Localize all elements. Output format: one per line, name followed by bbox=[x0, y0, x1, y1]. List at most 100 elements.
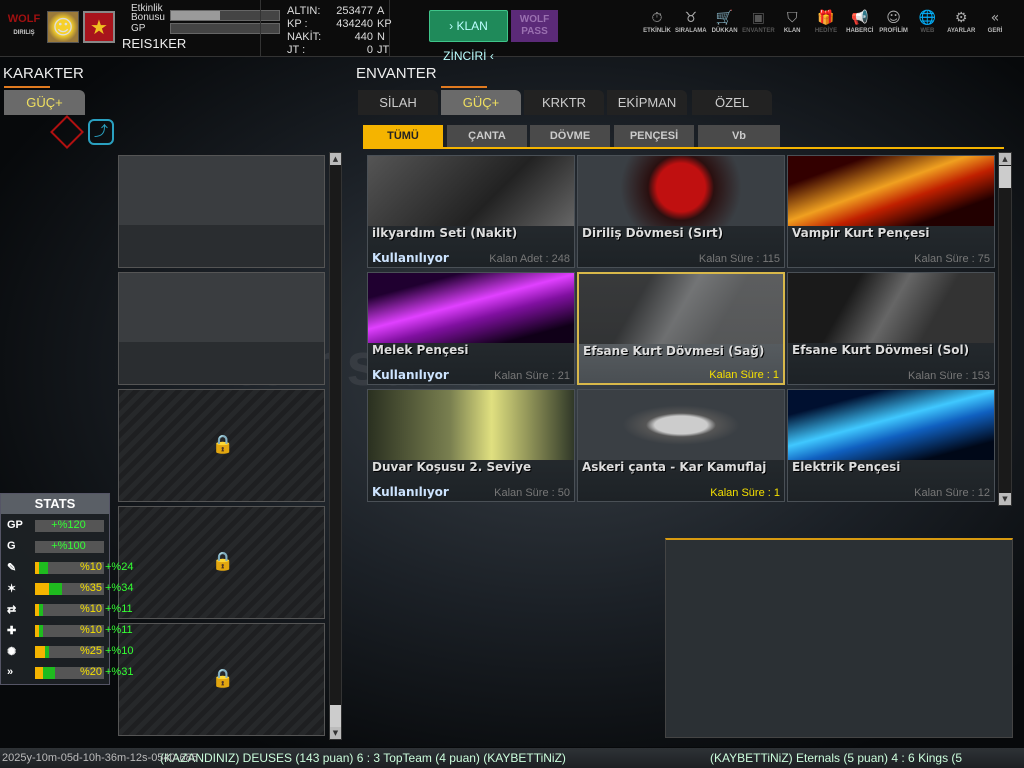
item-name: Efsane Kurt Dövmesi (Sağ) bbox=[583, 344, 765, 358]
inventory-item[interactable]: Diriliş Dövmesi (Sırt) Kalan Süre : 115 bbox=[577, 155, 785, 268]
scroll-up-icon[interactable]: ▲ bbox=[330, 153, 341, 165]
stat-icon: ✶ bbox=[7, 583, 17, 595]
scroll-up-icon[interactable]: ▲ bbox=[999, 153, 1011, 165]
inventory-item[interactable]: Vampir Kurt Pençesi Kalan Süre : 75 bbox=[787, 155, 995, 268]
nav-etki̇nli̇k[interactable]: ⏱ ETKİNLİK bbox=[640, 10, 674, 34]
item-image bbox=[368, 156, 574, 226]
item-image bbox=[788, 273, 994, 343]
tab-4[interactable]: ÖZEL bbox=[692, 90, 772, 115]
subtab-0[interactable]: TÜMÜ bbox=[363, 125, 443, 148]
timestamp: 2025y-10m-05d-10h-36m-12s-0540-685 bbox=[2, 752, 198, 764]
nav-dükkan[interactable]: 🛒 DÜKKAN bbox=[708, 10, 742, 34]
dükkan-icon: 🛒 bbox=[715, 10, 734, 26]
nav-label: HEDİYE bbox=[814, 28, 838, 34]
lock-icon: 🔒 bbox=[211, 551, 235, 572]
inventory-item[interactable]: Efsane Kurt Dövmesi (Sol) Kalan Süre : 15… bbox=[787, 272, 995, 385]
inventory-item[interactable]: ilkyardım Seti (Nakit) Kullanılıyor Kalan … bbox=[367, 155, 575, 268]
tab-3[interactable]: EKİPMAN bbox=[607, 90, 687, 115]
item-name: Melek Pençesi bbox=[372, 343, 469, 357]
stat-value: %10 bbox=[79, 603, 102, 615]
nav-haberci̇[interactable]: 📢 HABERCİ bbox=[843, 10, 877, 34]
stat-icon: G bbox=[7, 540, 16, 552]
stat-icon: » bbox=[7, 666, 14, 678]
item-remaining: Kalan Süre : 12 bbox=[914, 487, 990, 499]
inventory-scrollbar[interactable]: ▲ ▼ bbox=[998, 152, 1012, 506]
item-image bbox=[578, 390, 784, 460]
stat-value: %10 bbox=[79, 561, 102, 573]
subtab-2[interactable]: DÖVME bbox=[530, 125, 610, 148]
wallrun-emblem-icon[interactable]: ⤴ bbox=[88, 119, 114, 145]
tab-1[interactable]: GÜÇ+ bbox=[441, 90, 521, 115]
karakter-title: KARAKTER bbox=[3, 65, 84, 82]
nav-label: WEB bbox=[920, 28, 935, 34]
subtab-1[interactable]: ÇANTA bbox=[447, 125, 527, 148]
stat-value: %20 bbox=[79, 666, 102, 678]
stat-bonus: +%11 bbox=[105, 603, 133, 615]
nav-klan[interactable]: ⛉ KLAN bbox=[775, 10, 809, 34]
stat-row: ✎ %10 +%24 bbox=[7, 561, 137, 575]
nav-label: KLAN bbox=[783, 28, 801, 34]
currency-value: 0 bbox=[366, 44, 373, 56]
avatar[interactable]: ☺ bbox=[47, 11, 79, 43]
subtab-3[interactable]: PENÇESİ bbox=[614, 125, 694, 148]
nav-hedi̇ye[interactable]: 🎁 HEDİYE bbox=[809, 10, 843, 34]
klan-icon: ⛉ bbox=[786, 10, 798, 26]
item-remaining: Kalan Süre : 153 bbox=[908, 370, 990, 382]
item-image bbox=[578, 156, 784, 226]
item-remaining: Kalan Süre : 50 bbox=[494, 487, 570, 499]
tab-2[interactable]: KRKTR bbox=[524, 90, 604, 115]
stat-row: ✚ %10 +%11 bbox=[7, 624, 137, 638]
wolf-pass-button[interactable]: WOLF PASS bbox=[511, 10, 558, 42]
etki̇nli̇k-icon: ⏱ bbox=[651, 10, 663, 26]
rank-badge-icon: ★ bbox=[83, 11, 115, 43]
locked-slot: 🔒 bbox=[118, 506, 325, 619]
item-status: Kullanılıyor bbox=[372, 368, 449, 382]
nav-siralama[interactable]: ♉ SIRALAMA bbox=[674, 10, 708, 34]
scroll-thumb[interactable] bbox=[330, 705, 341, 727]
equip-slot[interactable] bbox=[118, 155, 325, 268]
stat-icon: GP bbox=[7, 519, 23, 531]
scroll-down-icon[interactable]: ▼ bbox=[999, 493, 1011, 505]
item-remaining: Kalan Süre : 1 bbox=[709, 369, 779, 381]
nav-ayarlar[interactable]: ⚙ AYARLAR bbox=[944, 10, 978, 34]
item-image bbox=[579, 274, 783, 344]
scroll-thumb[interactable] bbox=[999, 166, 1011, 188]
scroll-down-icon[interactable]: ▼ bbox=[330, 727, 341, 739]
subtab-4[interactable]: Vb bbox=[698, 125, 780, 148]
inventory-item[interactable]: Elektrik Pençesi Kalan Süre : 12 bbox=[787, 389, 995, 502]
klan-zinciri-button[interactable]: › KLAN ZİNCİRİ ‹ bbox=[429, 10, 508, 63]
inventory-item[interactable]: Melek Pençesi Kullanılıyor Kalan Süre : 21 bbox=[367, 272, 575, 385]
inventory-item[interactable]: Efsane Kurt Dövmesi (Sağ) Kalan Süre : 1 bbox=[577, 272, 785, 385]
karakter-tab-guc[interactable]: GÜÇ+ bbox=[4, 90, 85, 115]
stat-row: GP +%120 bbox=[7, 519, 137, 533]
nav-profi̇li̇m[interactable]: ☺ PROFİLİM bbox=[877, 10, 911, 34]
equip-slot[interactable] bbox=[118, 272, 325, 385]
envanter-icon: ▣ bbox=[751, 10, 765, 26]
nav-label: HABERCİ bbox=[846, 28, 874, 34]
ticker-line: (KAYBETTiNiZ) Eternals (5 puan) 4 : 6 Ki… bbox=[710, 751, 963, 765]
tab-0[interactable]: SİLAH bbox=[358, 90, 438, 115]
stat-icon: ✺ bbox=[7, 646, 17, 658]
hedi̇ye-icon: 🎁 bbox=[817, 10, 835, 26]
profi̇li̇m-icon: ☺ bbox=[886, 10, 901, 26]
nav-geri̇[interactable]: « GERİ bbox=[978, 10, 1012, 34]
nav-label: ENVANTER bbox=[742, 28, 775, 34]
stat-row: » %20 +%31 bbox=[7, 666, 137, 680]
stat-row: ⇄ %10 +%11 bbox=[7, 603, 137, 617]
nav-web[interactable]: 🌐 WEB bbox=[910, 10, 944, 34]
ticker-line: (KAZANDINIZ) DEUSES (143 puan) 6 : 3 Top… bbox=[160, 751, 566, 765]
stat-bonus: +%11 bbox=[105, 624, 133, 636]
inventory-item[interactable]: Askeri çanta - Kar Kamuflaj Kalan Süre : … bbox=[577, 389, 785, 502]
stat-value: %10 bbox=[79, 624, 102, 636]
haberci̇-icon: 📢 bbox=[851, 10, 869, 26]
currency-panel: ALTIN: 253477 A KP :434240 KP NAKİT: 440 N JT :0… bbox=[260, 0, 392, 57]
item-remaining: Kalan Süre : 115 bbox=[698, 253, 780, 265]
nav-envanter[interactable]: ▣ ENVANTER bbox=[741, 10, 775, 34]
stat-row: ✺ %25 +%10 bbox=[7, 645, 137, 659]
slots-scrollbar[interactable]: ▲ ▼ bbox=[329, 152, 342, 740]
inventory-item[interactable]: Duvar Koşusu 2. Seviye Kullanılıyor Kalan … bbox=[367, 389, 575, 502]
locked-slot: 🔒 bbox=[118, 623, 325, 736]
item-image bbox=[788, 390, 994, 460]
item-image bbox=[368, 273, 574, 343]
nav-label: AYARLAR bbox=[947, 28, 976, 34]
